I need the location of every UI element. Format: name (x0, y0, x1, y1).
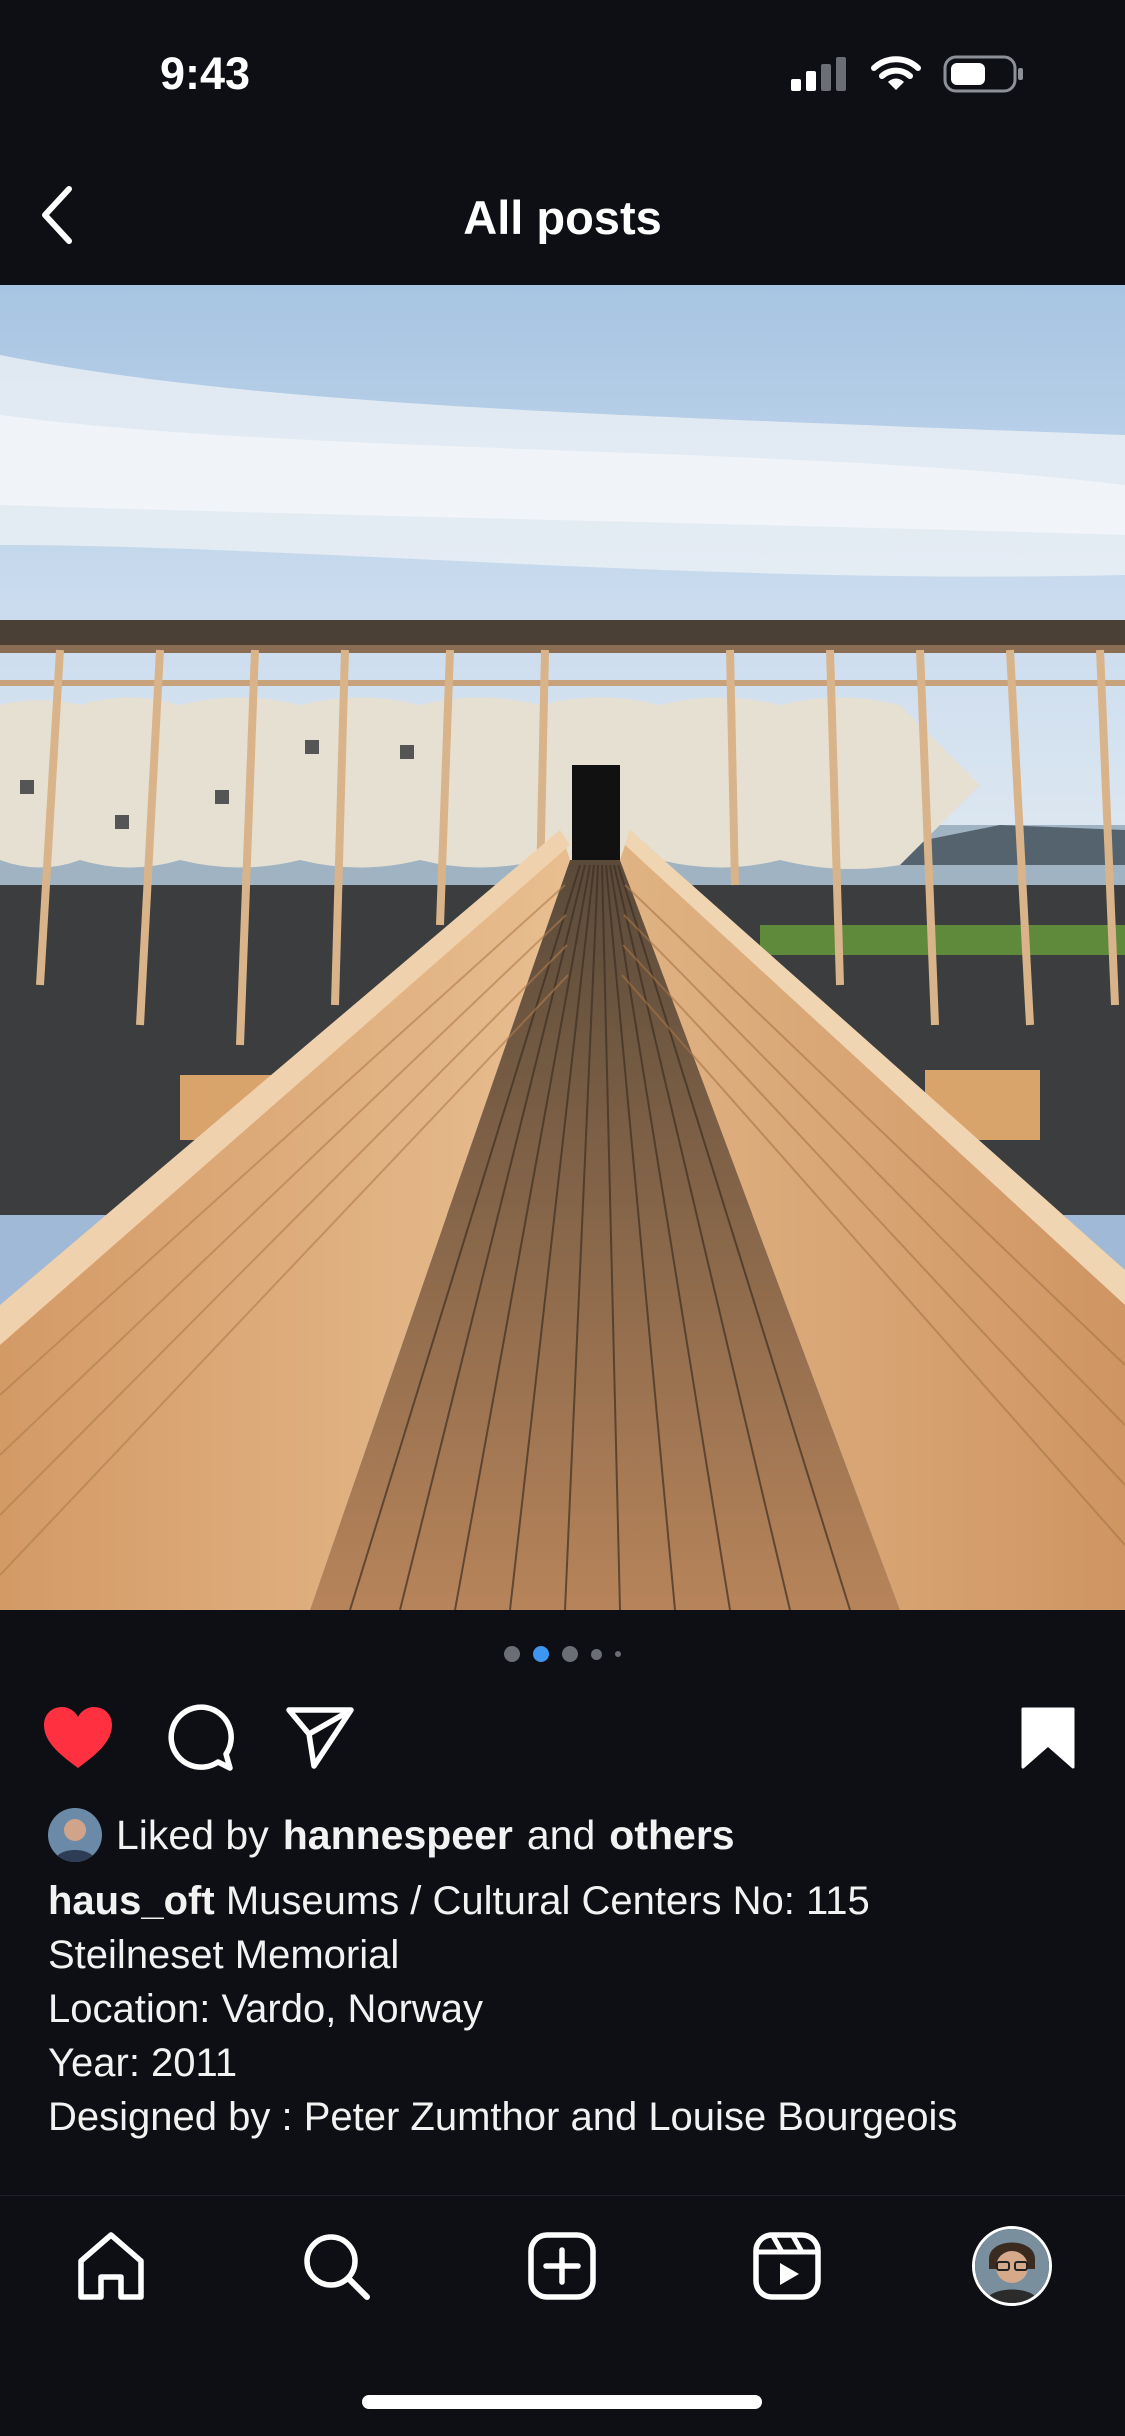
comment-button[interactable] (162, 1700, 237, 1775)
tab-bar (0, 2195, 1125, 2356)
wifi-icon (871, 56, 921, 90)
post-image[interactable] (0, 285, 1125, 1610)
share-button[interactable] (282, 1700, 357, 1775)
page-title: All posts (463, 191, 662, 244)
carousel-dot (591, 1648, 602, 1660)
status-icons (791, 55, 1025, 93)
comment-icon (167, 1703, 234, 1771)
status-bar: 9:43 (0, 0, 1125, 150)
caption-line-3: Location: Vardo, Norway (48, 1987, 484, 2031)
battery-icon (943, 55, 1023, 93)
caption-line-4: Year: 2011 (48, 2041, 238, 2085)
bookmark-filled-icon (1021, 1707, 1074, 1768)
save-button[interactable] (1010, 1700, 1085, 1775)
create-icon (528, 2232, 596, 2300)
post-actions (0, 1700, 1125, 1775)
liker-username[interactable]: hannespeer (283, 1812, 513, 1859)
likes-summary[interactable]: Liked by hannespeer and others (48, 1808, 735, 1862)
tab-search[interactable] (291, 2221, 381, 2311)
profile-avatar (972, 2226, 1052, 2306)
tab-reels[interactable] (742, 2221, 832, 2311)
like-button[interactable] (40, 1700, 115, 1775)
home-icon (78, 2232, 144, 2300)
tab-profile[interactable] (967, 2221, 1057, 2311)
tab-home[interactable] (66, 2221, 156, 2311)
caption-line-1: Museums / Cultural Centers No: 115 (225, 1879, 870, 1923)
memorial-photo (0, 285, 1125, 1610)
search-icon (304, 2234, 370, 2300)
carousel-indicator (0, 1646, 1125, 1662)
likes-others[interactable]: others (609, 1812, 734, 1859)
reels-icon (753, 2232, 821, 2300)
home-indicator[interactable] (362, 2395, 762, 2409)
post-caption: haus_oft Museums / Cultural Centers No: … (48, 1874, 1088, 2144)
tab-create[interactable] (517, 2221, 607, 2311)
status-time: 9:43 (160, 48, 251, 99)
carousel-dot (562, 1646, 578, 1662)
likes-prefix: Liked by (116, 1811, 269, 1858)
caption-line-2: Steilneset Memorial (48, 1933, 400, 1977)
header: All posts (0, 150, 1125, 285)
cellular-signal-icon (791, 57, 846, 91)
liker-avatar (48, 1808, 102, 1862)
caption-line-5: Designed by : Peter Zumthor and Louise B… (48, 2095, 958, 2139)
send-icon (285, 1706, 354, 1769)
heart-filled-icon (43, 1706, 112, 1768)
carousel-dot (615, 1651, 621, 1657)
carousel-dot (504, 1646, 520, 1662)
caption-username[interactable]: haus_oft (48, 1879, 215, 1923)
likes-conjunction: and (526, 1811, 596, 1858)
carousel-dot-active (533, 1646, 549, 1662)
